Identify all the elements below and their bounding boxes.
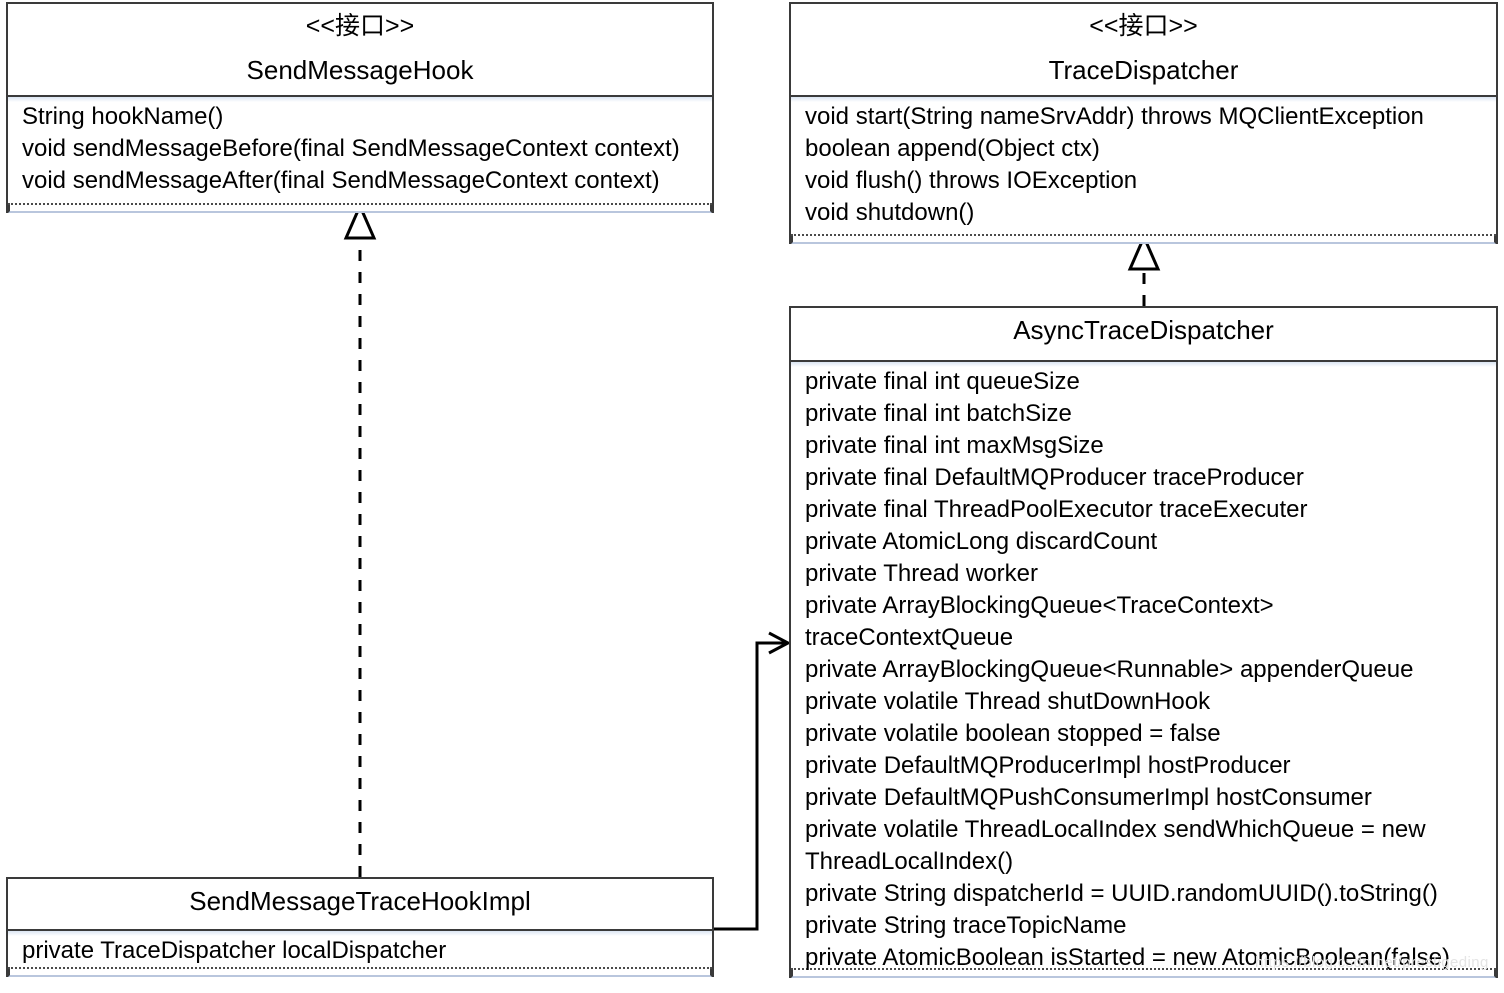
class-member: private final ThreadPoolExecutor traceEx… xyxy=(805,496,1308,523)
class-member: private TraceDispatcher localDispatcher xyxy=(22,937,447,964)
class-member: private volatile Thread shutDownHook xyxy=(805,688,1211,715)
class-member: private volatile ThreadLocalIndex sendWh… xyxy=(805,816,1426,843)
class-box-footer xyxy=(8,969,712,977)
class-box-footer xyxy=(791,236,1496,244)
class-member: void sendMessageAfter(final SendMessageC… xyxy=(22,167,660,194)
class-members: private final int queueSize private fina… xyxy=(791,362,1496,971)
class-member: ThreadLocalIndex() xyxy=(805,848,1014,875)
class-member: void sendMessageBefore(final SendMessage… xyxy=(22,135,680,162)
class-member: private Thread worker xyxy=(805,560,1038,587)
watermark-text: https://blog.csdn.net/prestigeding xyxy=(1255,954,1489,971)
class-member: private volatile boolean stopped = false xyxy=(805,720,1221,747)
class-member: private final int maxMsgSize xyxy=(805,432,1104,459)
class-member: private AtomicLong discardCount xyxy=(805,528,1158,555)
class-member: private String traceTopicName xyxy=(805,912,1127,939)
diagram-canvas: <<接口>> SendMessageHook String hookName()… xyxy=(0,0,1504,993)
class-member: private final int batchSize xyxy=(805,400,1072,427)
class-member: private ArrayBlockingQueue<Runnable> app… xyxy=(805,656,1414,683)
class-title: AsyncTraceDispatcher xyxy=(1013,315,1274,345)
realization-dispatcher-async xyxy=(1127,233,1161,306)
class-members: void start(String nameSrvAddr) throws MQ… xyxy=(791,97,1496,236)
class-box-sendmessagetracehookimpl[interactable]: SendMessageTraceHookImpl private TraceDi… xyxy=(6,877,714,977)
class-title: TraceDispatcher xyxy=(1048,55,1239,85)
class-title: SendMessageTraceHookImpl xyxy=(189,886,531,916)
class-member: private String dispatcherId = UUID.rando… xyxy=(805,880,1438,907)
class-member: void shutdown() xyxy=(805,199,975,226)
class-member: private final int queueSize xyxy=(805,368,1080,395)
association-impl-async xyxy=(714,631,792,931)
class-stereotype: <<接口>> xyxy=(305,12,415,40)
class-header: SendMessageTraceHookImpl xyxy=(8,879,712,931)
class-member: private final DefaultMQProducer tracePro… xyxy=(805,464,1304,491)
class-stereotype: <<接口>> xyxy=(1089,12,1198,40)
class-member: String hookName() xyxy=(22,103,224,130)
class-header: <<接口>> SendMessageHook xyxy=(8,4,712,97)
class-box-tracedispatcher[interactable]: <<接口>> TraceDispatcher void start(String… xyxy=(789,2,1498,244)
class-header: AsyncTraceDispatcher xyxy=(791,308,1496,362)
class-title: SendMessageHook xyxy=(246,55,474,85)
class-member: private DefaultMQProducerImpl hostProduc… xyxy=(805,752,1291,779)
class-member: private DefaultMQPushConsumerImpl hostCo… xyxy=(805,784,1372,811)
class-box-asynctracedispatcher[interactable]: AsyncTraceDispatcher private final int q… xyxy=(789,306,1498,978)
class-member: traceContextQueue xyxy=(805,624,1014,651)
class-box-sendmessagehook[interactable]: <<接口>> SendMessageHook String hookName()… xyxy=(6,2,714,213)
class-member: void start(String nameSrvAddr) throws MQ… xyxy=(805,103,1424,130)
class-member: private ArrayBlockingQueue<TraceContext> xyxy=(805,592,1274,619)
class-box-footer xyxy=(8,205,712,213)
realization-hook-impl xyxy=(343,202,377,877)
association-line xyxy=(714,641,786,931)
class-members: String hookName() void sendMessageBefore… xyxy=(8,97,712,205)
class-member: boolean append(Object ctx) xyxy=(805,135,1100,162)
class-member: void flush() throws IOException xyxy=(805,167,1138,194)
class-members: private TraceDispatcher localDispatcher xyxy=(8,931,712,969)
class-header: <<接口>> TraceDispatcher xyxy=(791,4,1496,97)
